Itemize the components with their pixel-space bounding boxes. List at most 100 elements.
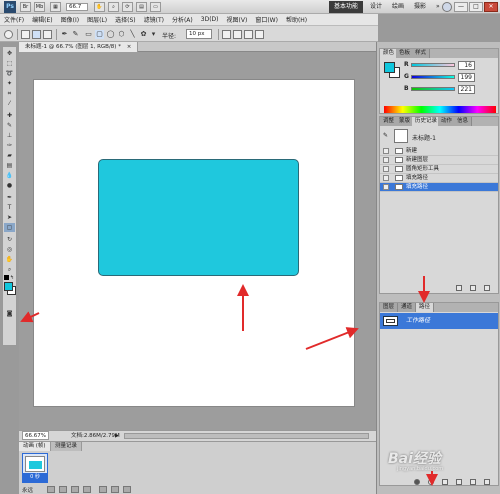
custom-shape-icon[interactable]: ✿ xyxy=(139,30,148,39)
maximize-button[interactable]: □ xyxy=(469,2,483,12)
tab-measurement-log[interactable]: 测量记录 xyxy=(51,442,83,451)
history-checkbox[interactable] xyxy=(383,184,389,190)
new-snapshot-icon[interactable] xyxy=(470,285,476,291)
zoom-status[interactable]: 66.67% xyxy=(22,431,49,440)
default-colors-icon[interactable] xyxy=(4,275,9,280)
cs-live-icon[interactable] xyxy=(442,2,452,12)
duplicate-frame-button[interactable] xyxy=(111,486,119,493)
first-frame-button[interactable] xyxy=(47,486,55,493)
3d-rotate-tool-icon[interactable]: ↻ xyxy=(4,235,15,244)
new-path-icon[interactable] xyxy=(470,479,476,485)
path-add-icon[interactable] xyxy=(222,30,231,39)
close-button[interactable]: ✕ xyxy=(484,2,498,12)
tool-preset-icon[interactable] xyxy=(4,30,13,39)
foreground-color-chip[interactable] xyxy=(384,62,395,73)
load-selection-icon[interactable] xyxy=(442,479,448,485)
paths-mode-icon[interactable] xyxy=(32,30,41,39)
path-select-tool-icon[interactable]: ➤ xyxy=(4,213,15,222)
color-spectrum[interactable] xyxy=(384,106,496,113)
play-button[interactable] xyxy=(71,486,79,493)
tab-styles[interactable]: 样式 xyxy=(412,49,431,58)
filled-rounded-rectangle[interactable] xyxy=(98,159,299,276)
frame-delay[interactable]: 0 秒 xyxy=(23,473,47,482)
line-icon[interactable]: ╲ xyxy=(128,30,137,39)
document-canvas[interactable] xyxy=(33,79,355,407)
blur-tool-icon[interactable]: 💧 xyxy=(4,171,15,180)
dodge-tool-icon[interactable]: ● xyxy=(4,181,15,190)
tab-channels[interactable]: 通道 xyxy=(398,303,417,312)
history-item[interactable]: 新建 xyxy=(380,147,498,156)
next-frame-button[interactable] xyxy=(83,486,91,493)
menu-view[interactable]: 视图(V) xyxy=(227,15,248,24)
history-brush-tool-icon[interactable]: ✑ xyxy=(4,141,15,150)
red-value[interactable]: 16 xyxy=(458,61,475,70)
path-subtract-icon[interactable] xyxy=(233,30,242,39)
animation-frame[interactable]: 0 秒 xyxy=(22,453,48,483)
history-item-selected[interactable]: 填充路径 xyxy=(380,183,498,192)
rotate-view-icon[interactable]: ⟳ xyxy=(122,2,133,12)
new-document-from-state-icon[interactable] xyxy=(456,285,462,291)
history-item[interactable]: 新建图层 xyxy=(380,156,498,165)
path-intersect-icon[interactable] xyxy=(244,30,253,39)
ellipse-icon[interactable]: ◯ xyxy=(106,30,115,39)
path-exclude-icon[interactable] xyxy=(255,30,264,39)
crop-tool-icon[interactable]: ⌗ xyxy=(4,89,15,98)
stroke-path-icon[interactable] xyxy=(428,479,434,485)
menu-layer[interactable]: 图层(L) xyxy=(87,15,107,24)
clone-stamp-tool-icon[interactable]: ⊥ xyxy=(4,131,15,140)
tween-button[interactable] xyxy=(99,486,107,493)
close-tab-icon[interactable]: × xyxy=(127,44,132,50)
foreground-color-swatch[interactable] xyxy=(4,282,13,291)
delete-frame-button[interactable] xyxy=(123,486,131,493)
quick-select-tool-icon[interactable]: ✦ xyxy=(4,79,15,88)
history-item[interactable]: 填充路径 xyxy=(380,174,498,183)
make-work-path-icon[interactable] xyxy=(456,479,462,485)
3d-orbit-tool-icon[interactable]: ◎ xyxy=(4,245,15,254)
hand-tool-icon[interactable]: ✋ xyxy=(4,255,15,264)
pen-icon[interactable]: ✒ xyxy=(60,30,69,39)
history-checkbox[interactable] xyxy=(383,157,389,163)
tab-paths[interactable]: 路径 xyxy=(416,303,435,312)
menu-file[interactable]: 文件(F) xyxy=(4,15,24,24)
eraser-tool-icon[interactable]: ▰ xyxy=(4,151,15,160)
workspace-painting[interactable]: 绘画 xyxy=(387,1,409,13)
move-tool-icon[interactable]: ✥ xyxy=(4,49,15,58)
fill-path-icon[interactable] xyxy=(414,479,420,485)
screen-mode-icon[interactable]: ▭ xyxy=(150,2,161,12)
radius-input[interactable]: 10 px xyxy=(186,29,212,39)
menu-3d[interactable]: 3D(D) xyxy=(201,16,219,23)
rounded-rect-tool-icon[interactable]: ▢ xyxy=(4,223,15,232)
menu-filter[interactable]: 滤镜(T) xyxy=(144,15,164,24)
bridge-icon[interactable]: Br xyxy=(20,2,31,12)
history-item[interactable]: 圆角矩形工具 xyxy=(380,165,498,174)
quick-mask-icon[interactable]: ◙ xyxy=(4,309,15,318)
gradient-tool-icon[interactable]: ▤ xyxy=(4,161,15,170)
delete-state-icon[interactable] xyxy=(484,285,490,291)
shape-layers-icon[interactable] xyxy=(21,30,30,39)
tab-animation-frames[interactable]: 动画 (帧) xyxy=(19,442,51,451)
rounded-rectangle-icon[interactable]: ▢ xyxy=(95,30,104,39)
snapshot-thumbnail[interactable] xyxy=(394,129,408,143)
workspace-design[interactable]: 设计 xyxy=(365,1,387,13)
menu-select[interactable]: 选择(S) xyxy=(115,15,136,24)
tab-info[interactable]: 信息 xyxy=(454,117,473,126)
geometry-options-icon[interactable]: ▾ xyxy=(149,30,158,39)
zoom-tool-icon[interactable]: ⌕ xyxy=(4,265,15,274)
lasso-tool-icon[interactable]: ➰ xyxy=(4,69,15,78)
swap-colors-icon[interactable]: ↰ xyxy=(10,275,14,281)
zoom-tool-icon[interactable]: ⌕ xyxy=(108,2,119,12)
minibridge-icon[interactable]: Mb xyxy=(34,2,45,12)
horizontal-scrollbar[interactable] xyxy=(124,433,369,439)
pen-tool-icon[interactable]: ✒ xyxy=(4,193,15,202)
blue-slider[interactable] xyxy=(411,87,455,91)
menu-analysis[interactable]: 分析(A) xyxy=(172,15,193,24)
menu-image[interactable]: 图像(I) xyxy=(61,15,79,24)
menu-window[interactable]: 窗口(W) xyxy=(255,15,278,24)
status-menu-icon[interactable]: ▶ xyxy=(115,431,119,441)
arrange-documents-icon[interactable]: ▤ xyxy=(136,2,147,12)
view-extras-icon[interactable]: ▦ xyxy=(50,2,61,12)
type-tool-icon[interactable]: T xyxy=(4,203,15,212)
history-checkbox[interactable] xyxy=(383,166,389,172)
freeform-pen-icon[interactable]: ✎ xyxy=(71,30,80,39)
workspace-photography[interactable]: 摄影 xyxy=(409,1,431,13)
